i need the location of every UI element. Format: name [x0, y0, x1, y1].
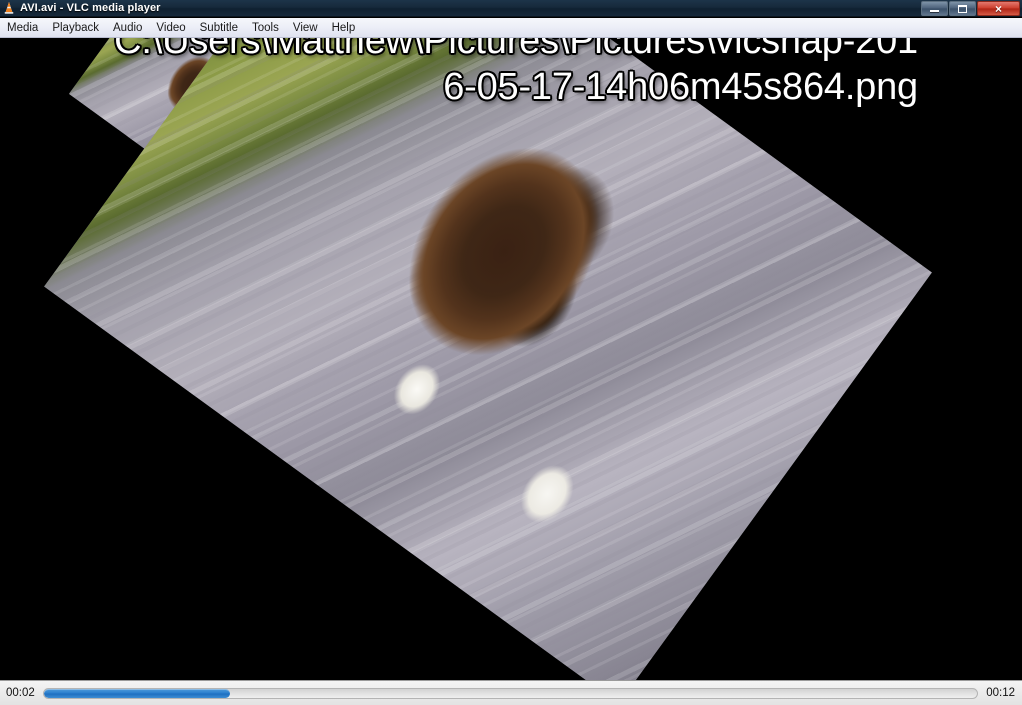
maximize-icon — [958, 4, 967, 13]
title-bar[interactable]: AVI.avi - VLC media player × — [0, 0, 1022, 17]
seek-bar-fill — [43, 688, 231, 698]
window-controls: × — [921, 1, 1020, 16]
maximize-button[interactable] — [949, 1, 976, 16]
playback-control-bar: 00:02 00:12 — [0, 680, 1022, 705]
close-icon: × — [994, 1, 1002, 16]
video-display-area[interactable] — [0, 38, 1022, 680]
menu-bar: Media Playback Audio Video Subtitle Tool… — [0, 18, 1022, 38]
seek-bar-track[interactable] — [42, 687, 979, 699]
menu-item-tools[interactable]: Tools — [245, 19, 286, 37]
minimize-icon — [930, 10, 939, 12]
menu-item-subtitle[interactable]: Subtitle — [193, 19, 245, 37]
menu-item-video[interactable]: Video — [149, 19, 192, 37]
total-time-label: 00:12 — [986, 687, 1015, 699]
elapsed-time-label: 00:02 — [6, 687, 35, 699]
vlc-cone-icon — [2, 1, 16, 15]
video-frame — [44, 38, 932, 680]
menu-item-playback[interactable]: Playback — [45, 19, 106, 37]
seek-bar-container[interactable] — [35, 681, 986, 705]
menu-item-audio[interactable]: Audio — [106, 19, 149, 37]
close-button[interactable]: × — [977, 1, 1020, 16]
minimize-button[interactable] — [921, 1, 948, 16]
window-title: AVI.avi - VLC media player — [20, 2, 161, 14]
vlc-media-player-window: AVI.avi - VLC media player × Media Playb… — [0, 0, 1022, 705]
menu-item-help[interactable]: Help — [325, 19, 363, 37]
menu-item-media[interactable]: Media — [0, 19, 45, 37]
menu-item-view[interactable]: View — [286, 19, 325, 37]
